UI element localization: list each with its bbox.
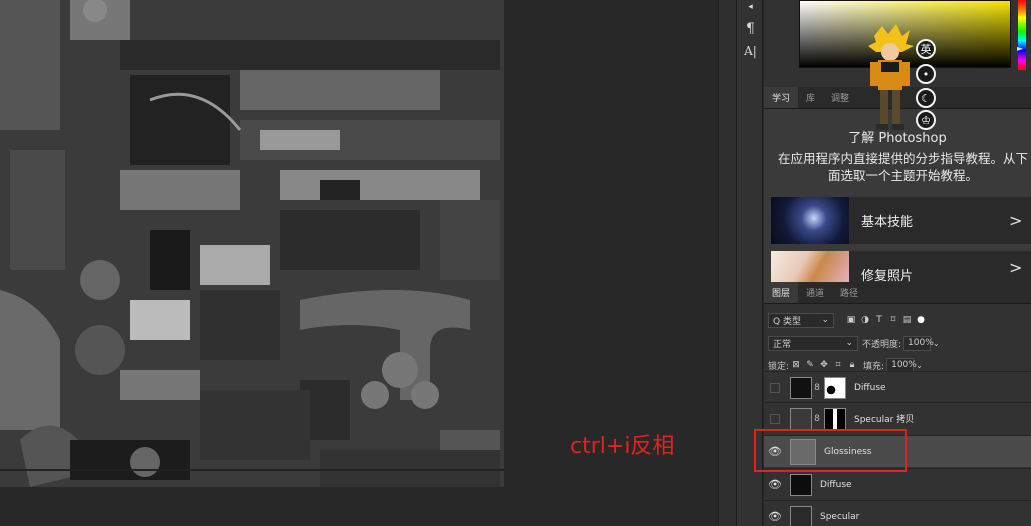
document-canvas-area[interactable]: ctrl+i反相 (0, 0, 718, 526)
annotation-highlight-box (754, 429, 907, 472)
learn-card-thumbnail (771, 251, 849, 283)
layer-name: Diffuse (854, 382, 886, 393)
hue-slider[interactable] (1018, 0, 1026, 70)
layer-row-diffuse[interactable]: 👁︎ Diffuse (764, 468, 1031, 500)
layer-mask-thumbnail[interactable] (824, 407, 846, 430)
filter-toggle-icon[interactable]: ● (914, 315, 928, 325)
opacity-label: 不透明度: (862, 339, 902, 350)
lock-pixels-brush-icon[interactable]: ✎ (803, 360, 817, 370)
layers-tab-bar: 图层 通道 路径 (764, 282, 1031, 304)
visibility-toggle[interactable] (764, 372, 786, 404)
shape-filter-icon[interactable]: ⌑ (886, 315, 900, 325)
ime-skin-button[interactable]: ♔ (916, 110, 936, 130)
learn-card-repair-photo[interactable]: 修复照片 > (771, 251, 1031, 283)
chevron-down-icon[interactable]: ⌄ (916, 361, 923, 370)
eye-hidden-icon (770, 413, 780, 424)
tab-paths[interactable]: 路径 (832, 282, 866, 303)
visibility-toggle[interactable]: 👁︎ (764, 469, 786, 501)
blend-opacity-bar: 正常 ⌄ 不透明度: 100% ⌄ (764, 332, 1031, 354)
link-chain-icon: 8 (814, 382, 820, 393)
chevron-down-icon[interactable]: ⌄ (933, 339, 940, 348)
layer-name: Specular 拷贝 (854, 415, 915, 425)
ime-language-button[interactable]: 英 (916, 39, 936, 59)
layer-thumbnail (790, 473, 812, 496)
character-panel-icon[interactable]: A| (737, 40, 764, 62)
chevron-right-icon: > (1009, 257, 1023, 277)
collapse-arrow-icon[interactable]: ◂ (737, 0, 764, 14)
learn-description: 在应用程序内直接提供的分步指导教程。从下面选取一个主题开始教程。 (778, 151, 1029, 183)
lock-position-icon[interactable]: ✥ (817, 360, 831, 370)
lock-label: 锁定: (768, 361, 790, 372)
visibility-toggle[interactable]: 👁︎ (764, 501, 786, 526)
tab-channels[interactable]: 通道 (798, 282, 832, 303)
ime-mascot-widget[interactable]: 英 • ☾ ♔ (862, 24, 942, 136)
paragraph-panel-icon[interactable]: ¶ (737, 18, 764, 40)
layer-row-diffuse-top[interactable]: 8 Diffuse (764, 371, 1031, 403)
adjustment-filter-icon[interactable]: ◑ (858, 315, 872, 325)
link-chain-icon: 8 (814, 413, 820, 424)
layer-thumbnail (790, 376, 812, 399)
eye-icon: 👁︎ (768, 510, 782, 523)
chevron-down-icon: ⌄ (821, 315, 829, 325)
panel-scroll-gutter (718, 0, 736, 526)
pixel-filter-icon[interactable]: ▣ (844, 315, 858, 325)
blend-mode-select[interactable]: 正常 ⌄ (768, 335, 858, 351)
lock-all-icon[interactable]: 🔒︎ (845, 360, 859, 370)
tab-layers[interactable]: 图层 (764, 282, 799, 303)
mascot-character-image (868, 24, 914, 130)
learn-card-label: 修复照片 (861, 268, 914, 284)
instruction-annotation: ctrl+i反相 (570, 434, 675, 459)
layer-thumbnail (790, 407, 812, 430)
layer-name: Specular (820, 511, 860, 522)
lock-transparent-icon[interactable]: ⊠ (789, 360, 803, 370)
layers-panel: 图层 通道 路径 Q 类型 ⌄ ▣ ◑ T ⌑ ▤ ● 正常 ⌄ 不透明度: 1… (764, 282, 1031, 526)
tab-libraries[interactable]: 库 (798, 87, 823, 108)
learn-card-label: 基本技能 (861, 215, 914, 230)
layer-name: Diffuse (820, 479, 852, 490)
layer-row-specular[interactable]: 👁︎ Specular (764, 500, 1031, 526)
hue-slider-arrow-icon: ► (1017, 44, 1024, 53)
chevron-down-icon: ⌄ (845, 338, 853, 348)
tab-adjustments[interactable]: 调整 (823, 87, 857, 108)
eye-hidden-icon (770, 382, 780, 393)
learn-card-basic-skills[interactable]: 基本技能 > (771, 197, 1031, 244)
fill-label: 填充: (863, 361, 885, 372)
fill-value: 100% (891, 360, 917, 370)
texture-image[interactable] (0, 0, 504, 487)
ime-moon-button[interactable]: ☾ (916, 88, 936, 108)
tab-learn[interactable]: 学习 (764, 87, 799, 108)
learn-card-thumbnail (771, 197, 849, 244)
opacity-input[interactable]: 100% (903, 335, 934, 351)
smart-object-filter-icon[interactable]: ▤ (900, 315, 914, 325)
texture-pattern (0, 0, 504, 487)
layer-filter-label: Q 类型 (773, 316, 801, 327)
opacity-value: 100% (908, 338, 934, 348)
layer-mask-thumbnail[interactable] (824, 376, 846, 399)
ime-punctuation-button[interactable]: • (916, 64, 936, 84)
layer-filter-select[interactable]: Q 类型 ⌄ (768, 312, 834, 328)
layer-filter-bar: Q 类型 ⌄ ▣ ◑ T ⌑ ▤ ● (764, 309, 1031, 331)
blend-mode-label: 正常 (773, 339, 792, 350)
layer-thumbnail (790, 505, 812, 526)
eye-icon: 👁︎ (768, 478, 782, 491)
lock-artboard-icon[interactable]: ⌗ (831, 360, 845, 370)
chevron-right-icon: > (1009, 211, 1023, 230)
type-filter-icon[interactable]: T (872, 315, 886, 325)
